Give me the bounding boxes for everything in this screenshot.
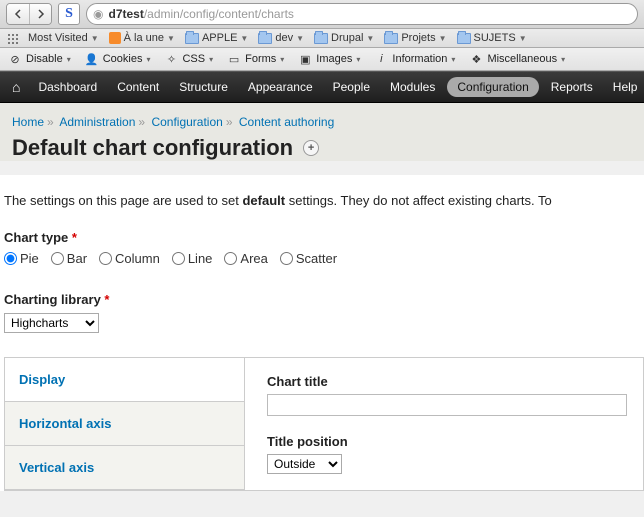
bookmark-most-visited[interactable]: Most Visited▼ [28, 32, 99, 44]
info-icon: i [374, 52, 388, 66]
back-button[interactable] [7, 4, 29, 24]
chart-title-label: Chart title [267, 374, 627, 389]
radio-scatter[interactable]: Scatter [280, 251, 337, 266]
title-position-select[interactable]: Outside [267, 454, 342, 474]
dt-misc[interactable]: ❖Miscellaneous▾ [469, 52, 565, 66]
dt-forms[interactable]: ▭Forms▾ [227, 52, 284, 66]
dt-info[interactable]: iInformation▾ [374, 52, 455, 66]
css-icon: ✧ [164, 52, 178, 66]
devtools-bar: ⊘Disable▾ 👤Cookies▾ ✧CSS▾ ▭Forms▾ ▣Image… [0, 48, 644, 71]
bookmark-projets[interactable]: Projets▼ [384, 32, 446, 44]
radio-pie[interactable]: Pie [4, 251, 39, 266]
nav-reports[interactable]: Reports [541, 72, 603, 102]
nav-configuration[interactable]: Configuration [447, 77, 538, 97]
nav-appearance[interactable]: Appearance [238, 72, 323, 102]
url-text: d7test/admin/config/content/charts [108, 7, 293, 21]
nav-help[interactable]: Help [603, 72, 644, 102]
breadcrumb: Home» Administration» Configuration» Con… [12, 115, 632, 129]
dt-images[interactable]: ▣Images▾ [298, 52, 360, 66]
bookmark-sujets[interactable]: SUJETS▼ [457, 32, 527, 44]
rss-icon [109, 32, 121, 44]
crumb-home[interactable]: Home [12, 115, 44, 129]
bookmark-drupal[interactable]: Drupal▼ [314, 32, 374, 44]
forward-button[interactable] [29, 4, 51, 24]
radio-area[interactable]: Area [224, 251, 267, 266]
add-shortcut-button[interactable]: + [303, 140, 319, 156]
dt-cookies[interactable]: 👤Cookies▾ [85, 52, 151, 66]
radio-column[interactable]: Column [99, 251, 160, 266]
radio-line[interactable]: Line [172, 251, 213, 266]
apps-icon[interactable] [6, 32, 18, 44]
home-icon[interactable]: ⌂ [10, 79, 28, 95]
library-label: Charting library * [4, 292, 644, 307]
crumb-admin[interactable]: Administration [59, 115, 135, 129]
nav-dashboard[interactable]: Dashboard [28, 72, 107, 102]
images-icon: ▣ [298, 52, 312, 66]
browser-chrome: S ◉ d7test/admin/config/content/charts [0, 0, 644, 29]
crumb-content-auth[interactable]: Content authoring [239, 115, 334, 129]
disable-icon: ⊘ [8, 52, 22, 66]
vtab-display[interactable]: Display [5, 358, 244, 402]
nav-content[interactable]: Content [107, 72, 169, 102]
nav-modules[interactable]: Modules [380, 72, 445, 102]
page-header-area: Home» Administration» Configuration» Con… [0, 103, 644, 161]
title-position-label: Title position [267, 434, 627, 449]
admin-toolbar: ⌂ Dashboard Content Structure Appearance… [0, 71, 644, 103]
vtabs-nav: Display Horizontal axis Vertical axis [5, 358, 245, 490]
forms-icon: ▭ [227, 52, 241, 66]
chart-type-radios: Pie Bar Column Line Area Scatter [4, 251, 644, 266]
crumb-config[interactable]: Configuration [151, 115, 222, 129]
bookmark-apple[interactable]: APPLE▼ [185, 32, 248, 44]
nav-buttons [6, 3, 52, 25]
nav-structure[interactable]: Structure [169, 72, 238, 102]
bookmark-dev[interactable]: dev▼ [258, 32, 304, 44]
chart-title-input[interactable] [267, 394, 627, 416]
dt-disable[interactable]: ⊘Disable▾ [8, 52, 71, 66]
nav-people[interactable]: People [323, 72, 380, 102]
url-bar[interactable]: ◉ d7test/admin/config/content/charts [86, 3, 638, 25]
vtabs-pane: Chart title Title position Outside [245, 358, 643, 490]
globe-icon: ◉ [93, 7, 103, 21]
intro-text: The settings on this page are used to se… [4, 193, 644, 208]
vtab-horizontal-axis[interactable]: Horizontal axis [5, 402, 244, 446]
content-panel: The settings on this page are used to se… [0, 175, 644, 491]
page-title: Default chart configuration + [12, 135, 632, 161]
chart-type-label: Chart type * [4, 230, 644, 245]
vertical-tabs: Display Horizontal axis Vertical axis Ch… [4, 357, 644, 491]
dt-css[interactable]: ✧CSS▾ [164, 52, 213, 66]
cookie-icon: 👤 [85, 52, 99, 66]
stylish-icon[interactable]: S [58, 3, 80, 25]
radio-bar[interactable]: Bar [51, 251, 87, 266]
vtab-vertical-axis[interactable]: Vertical axis [5, 446, 244, 490]
bookmarks-bar: Most Visited▼ À la une▼ APPLE▼ dev▼ Drup… [0, 29, 644, 48]
library-select[interactable]: Highcharts [4, 313, 99, 333]
folder-icon [185, 33, 199, 44]
chevron-down-icon: ▼ [91, 34, 99, 43]
bookmark-rss[interactable]: À la une▼ [109, 32, 175, 44]
misc-icon: ❖ [469, 52, 483, 66]
